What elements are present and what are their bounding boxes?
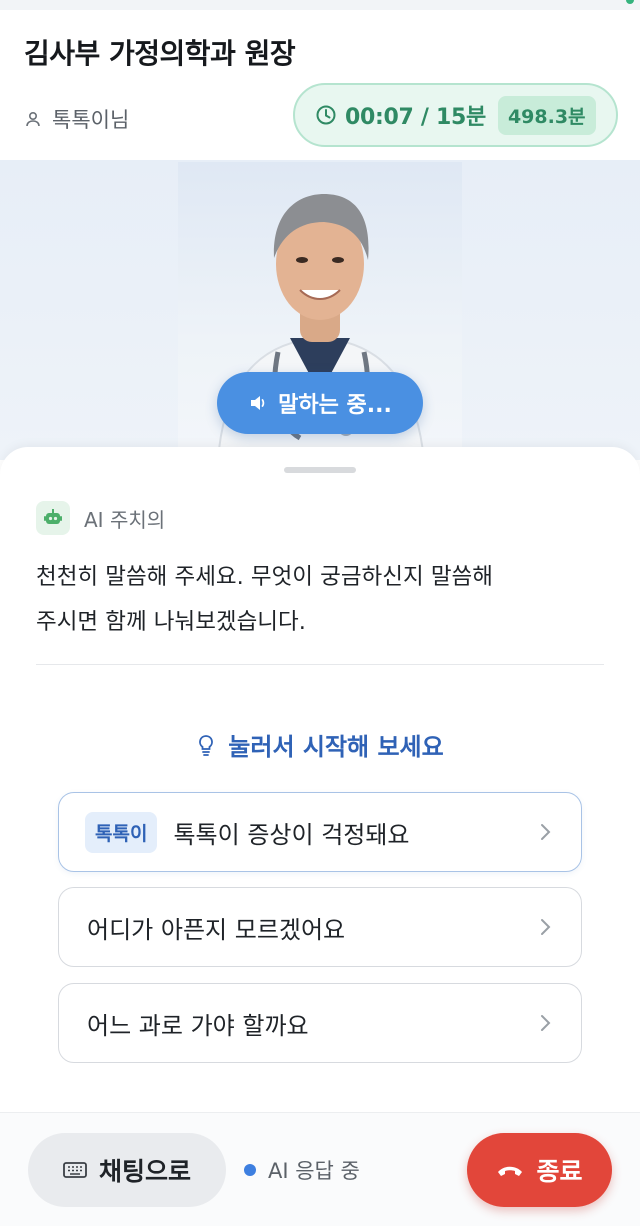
user-name: 톡톡이님: [52, 108, 130, 132]
header: 김사부 가정의학과 원장 톡톡이님 00:07 / 15분 498.3분: [0, 10, 640, 160]
status-dot: [244, 1164, 256, 1176]
drag-handle[interactable]: [284, 467, 356, 473]
phone-hangup-icon: [498, 1166, 523, 1176]
suggestion-label: 어느 과로 가야 할까요: [87, 1011, 309, 1040]
keyboard-icon: [63, 1162, 87, 1178]
timer-text: 00:07 / 15분: [345, 105, 486, 130]
status-strip: [0, 0, 640, 10]
chevron-right-icon: [541, 1015, 551, 1031]
speaking-label: 말하는 중...: [278, 393, 392, 418]
user-info: 톡톡이님: [24, 104, 129, 134]
assistant-message: 천천히 말씀해 주세요. 무엇이 궁금하신지 말씀해 주시면 함께 나눠보겠습니…: [36, 555, 606, 645]
speaking-indicator: 말하는 중...: [217, 372, 423, 434]
suggestion-chip[interactable]: 어디가 아픈지 모르겠어요: [58, 887, 582, 967]
assistant-label: AI 주치의: [84, 507, 166, 532]
assistant-message-line: 천천히 말씀해 주세요. 무엇이 궁금하신지 말씀해: [36, 564, 493, 590]
lightbulb-icon: [199, 734, 214, 756]
switch-to-chat-button[interactable]: 채팅으로: [28, 1133, 226, 1207]
assistant-header: AI 주치의: [36, 501, 165, 535]
suggestion-chip[interactable]: 어느 과로 가야 할까요: [58, 983, 582, 1063]
status-dot: [626, 0, 634, 4]
bottom-bar: 채팅으로 AI 응답 중 종료: [0, 1112, 640, 1226]
chevron-right-icon: [541, 824, 551, 840]
remaining-minutes-badge: 498.3분: [497, 95, 596, 135]
ai-status-text: AI 응답 중: [268, 1159, 360, 1183]
robot-icon: [36, 501, 70, 535]
suggestion-hint: 눌러서 시작해 보세요: [0, 727, 640, 762]
chat-button-label: 채팅으로: [98, 1157, 191, 1186]
ai-status: AI 응답 중: [244, 1155, 360, 1185]
speaker-icon: [251, 396, 265, 410]
suggestion-chip[interactable]: 톡톡이 톡톡이 증상이 걱정돼요: [58, 792, 582, 872]
suggestion-label: 톡톡이 증상이 걱정돼요: [173, 820, 410, 849]
divider: [36, 664, 604, 665]
suggestion-hint-text: 눌러서 시작해 보세요: [228, 733, 444, 761]
child-tag: 톡톡이: [85, 811, 158, 853]
end-button-label: 종료: [536, 1157, 583, 1186]
page-title: 김사부 가정의학과 원장: [24, 37, 296, 70]
conversation-sheet: AI 주치의 천천히 말씀해 주세요. 무엇이 궁금하신지 말씀해 주시면 함께…: [0, 447, 640, 1112]
chevron-right-icon: [541, 919, 551, 935]
assistant-message-line: 주시면 함께 나눠보겠습니다.: [36, 609, 306, 635]
end-call-button[interactable]: 종료: [467, 1133, 612, 1207]
suggestion-label: 어디가 아픈지 모르겠어요: [87, 915, 346, 944]
session-timer: 00:07 / 15분 498.3분: [293, 83, 618, 147]
clock-icon: [316, 105, 336, 125]
user-icon: [26, 111, 40, 127]
